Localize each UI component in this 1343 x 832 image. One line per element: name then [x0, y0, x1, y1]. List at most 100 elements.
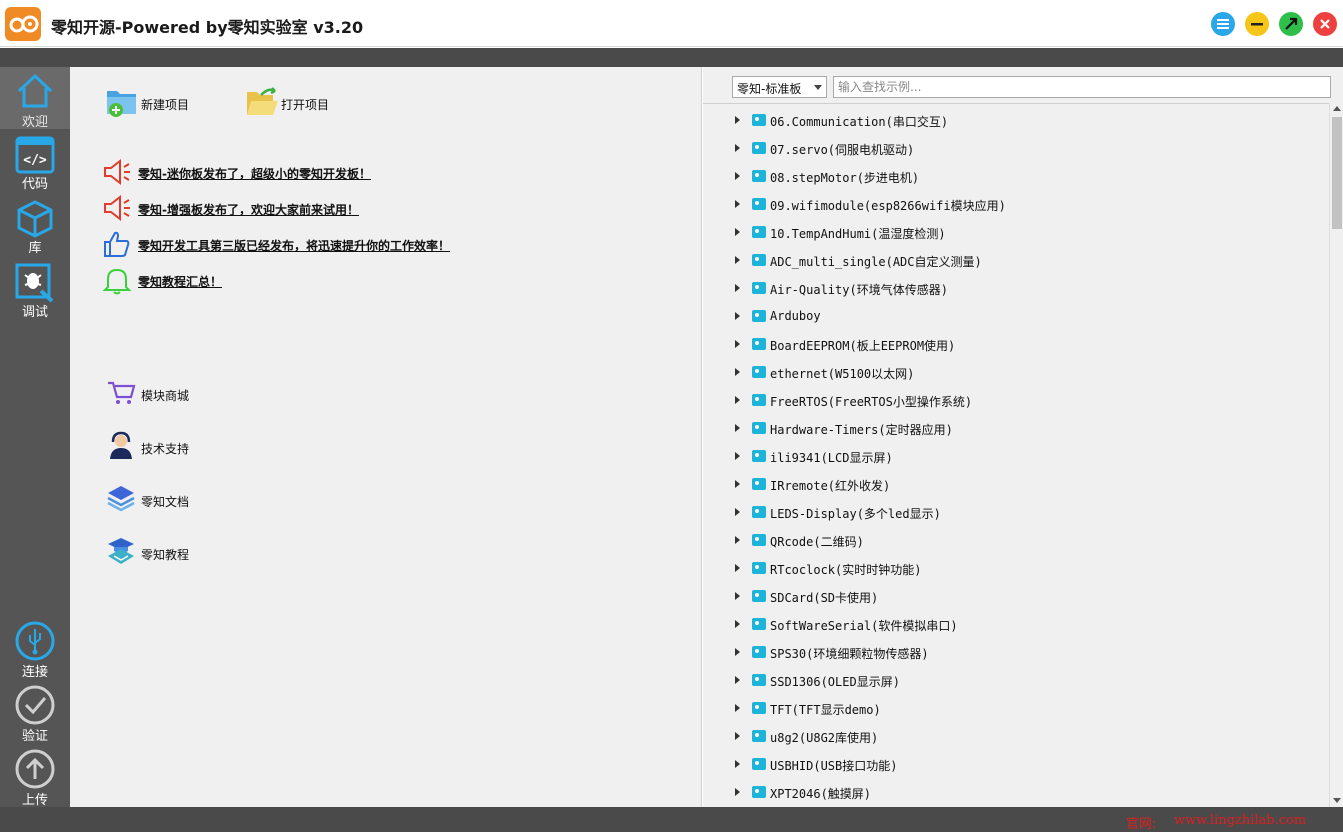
module-shop-link[interactable]: 模块商城 [106, 377, 306, 411]
tree-item[interactable]: u8g2(U8G2库使用) [703, 722, 1323, 750]
tutorial-link[interactable]: 零知教程 [106, 536, 306, 570]
tree-item[interactable]: ADC_multi_single(ADC自定义测量) [703, 246, 1323, 274]
upload-icon [15, 749, 55, 789]
tree-item[interactable]: ethernet(W5100以太网) [703, 358, 1323, 386]
tree-item[interactable]: SDCard(SD卡使用) [703, 582, 1323, 610]
example-search-input[interactable] [833, 76, 1331, 98]
expand-arrow-icon[interactable] [735, 228, 740, 236]
new-project-button[interactable]: 新建项目 [105, 85, 225, 121]
expand-arrow-icon[interactable] [735, 312, 740, 320]
tree-item[interactable]: TFT(TFT显示demo) [703, 694, 1323, 722]
expand-arrow-icon[interactable] [735, 704, 740, 712]
news-link[interactable]: 零知-迷你板发布了，超级小的零知开发板！ [102, 157, 662, 187]
expand-arrow-icon[interactable] [735, 368, 740, 376]
expand-arrow-icon[interactable] [735, 508, 740, 516]
expand-arrow-icon[interactable] [735, 452, 740, 460]
tree-item[interactable]: SSD1306(OLED显示屏) [703, 666, 1323, 694]
tree-scrollbar[interactable] [1329, 103, 1343, 807]
example-folder-icon [752, 366, 766, 378]
expand-arrow-icon[interactable] [735, 284, 740, 292]
tree-item-label: USBHID(USB接口功能) [770, 759, 898, 773]
expand-arrow-icon[interactable] [735, 396, 740, 404]
expand-arrow-icon[interactable] [735, 592, 740, 600]
megaphone-icon [104, 194, 130, 222]
news-link[interactable]: 零知教程汇总！ [102, 265, 662, 295]
tree-item[interactable]: ili9341(LCD显示屏) [703, 442, 1323, 470]
tree-item[interactable]: 10.TempAndHumi(温湿度检测) [703, 218, 1323, 246]
expand-arrow-icon[interactable] [735, 648, 740, 656]
example-folder-icon [752, 254, 766, 266]
tree-item-label: ADC_multi_single(ADC自定义测量) [770, 255, 982, 269]
expand-arrow-icon[interactable] [735, 564, 740, 572]
tree-item[interactable]: XPT2046(触摸屏) [703, 778, 1323, 806]
sidebar-item-welcome[interactable]: 欢迎 [0, 67, 70, 130]
tech-support-link[interactable]: 技术支持 [106, 430, 306, 464]
sidebar-item-label: 验证 [21, 729, 48, 744]
tree-item-label: QRcode(二维码) [770, 535, 864, 549]
tech-support-label: 技术支持 [141, 442, 190, 456]
open-project-button[interactable]: 打开项目 [245, 85, 365, 121]
tree-item[interactable]: QRcode(二维码) [703, 526, 1323, 554]
tree-item[interactable]: SoftWareSerial(软件模拟串口) [703, 610, 1323, 638]
connect-button[interactable]: 连接 [0, 617, 70, 680]
tree-item[interactable]: Hardware-Timers(定时器应用) [703, 414, 1323, 442]
docs-link[interactable]: 零知文档 [106, 483, 306, 517]
expand-arrow-icon[interactable] [735, 424, 740, 432]
title-bar: 零知开源-Powered by零知实验室 v3.20 [0, 0, 1343, 47]
expand-arrow-icon[interactable] [735, 116, 740, 124]
sidebar-item-library[interactable]: 库 [0, 195, 70, 257]
tree-item[interactable]: Air-Quality(环境气体传感器) [703, 274, 1323, 302]
sidebar-item-label: 上传 [21, 793, 48, 808]
verify-button[interactable]: 验证 [0, 681, 70, 744]
tree-item[interactable]: 06.Communication(串口交互) [703, 106, 1323, 134]
expand-arrow-icon[interactable] [735, 480, 740, 488]
thumbs-up-icon [104, 231, 130, 257]
news-link[interactable]: 零知-增强板发布了，欢迎大家前来试用！ [102, 193, 662, 223]
expand-arrow-icon[interactable] [735, 620, 740, 628]
menu-button[interactable] [1211, 12, 1235, 36]
news-link[interactable]: 零知开发工具第三版已经发布，将迅速提升你的工作效率！ [102, 229, 662, 259]
scroll-thumb[interactable] [1332, 117, 1342, 229]
tree-item[interactable]: BoardEEPROM(板上EEPROM使用) [703, 330, 1323, 358]
minimize-button[interactable] [1245, 12, 1269, 36]
maximize-button[interactable] [1279, 12, 1303, 36]
tree-item[interactable]: Arduboy [703, 302, 1323, 330]
expand-arrow-icon[interactable] [735, 340, 740, 348]
expand-arrow-icon[interactable] [735, 732, 740, 740]
scroll-up-icon[interactable] [1333, 106, 1341, 111]
expand-arrow-icon[interactable] [735, 536, 740, 544]
sidebar-item-code[interactable]: </> 代码 [0, 131, 70, 193]
board-select[interactable]: 零知-标准板 [732, 76, 827, 98]
expand-arrow-icon[interactable] [735, 676, 740, 684]
sidebar-item-debug[interactable]: 调试 [0, 259, 70, 321]
tree-item[interactable]: 09.wifimodule(esp8266wifi模块应用) [703, 190, 1323, 218]
tree-item[interactable]: 08.stepMotor(步进电机) [703, 162, 1323, 190]
example-folder-icon [752, 730, 766, 742]
examples-panel: 零知-标准板 06.Communication(串口交互) 07.servo(伺服… [703, 67, 1343, 807]
tree-item[interactable]: SPS30(环境细颗粒物传感器) [703, 638, 1323, 666]
tree-item[interactable]: RTcoclock(实时时钟功能) [703, 554, 1323, 582]
sidebar-item-label: 欢迎 [21, 115, 48, 130]
tree-item[interactable]: 07.servo(伺服电机驱动) [703, 134, 1323, 162]
expand-arrow-icon[interactable] [735, 760, 740, 768]
tree-item-label: ethernet(W5100以太网) [770, 367, 915, 381]
board-select-value: 零知-标准板 [737, 82, 802, 96]
tree-item[interactable]: FreeRTOS(FreeRTOS小型操作系统) [703, 386, 1323, 414]
scroll-down-icon[interactable] [1333, 798, 1341, 803]
close-button[interactable] [1313, 12, 1337, 36]
expand-arrow-icon[interactable] [735, 200, 740, 208]
tree-item[interactable]: IRremote(红外收发) [703, 470, 1323, 498]
tree-item[interactable]: LEDS-Display(多个led显示) [703, 498, 1323, 526]
expand-arrow-icon[interactable] [735, 788, 740, 796]
example-folder-icon [752, 758, 766, 770]
bell-icon [102, 268, 132, 295]
upload-button[interactable]: 上传 [0, 745, 70, 808]
app-logo [5, 7, 41, 41]
expand-arrow-icon[interactable] [735, 172, 740, 180]
layers-icon [107, 486, 135, 512]
svg-text:</>: </> [23, 153, 47, 168]
expand-arrow-icon[interactable] [735, 144, 740, 152]
tree-item[interactable]: USBHID(USB接口功能) [703, 750, 1323, 778]
expand-arrow-icon[interactable] [735, 256, 740, 264]
website-link[interactable]: www.lingzhilab.com [1174, 813, 1306, 828]
